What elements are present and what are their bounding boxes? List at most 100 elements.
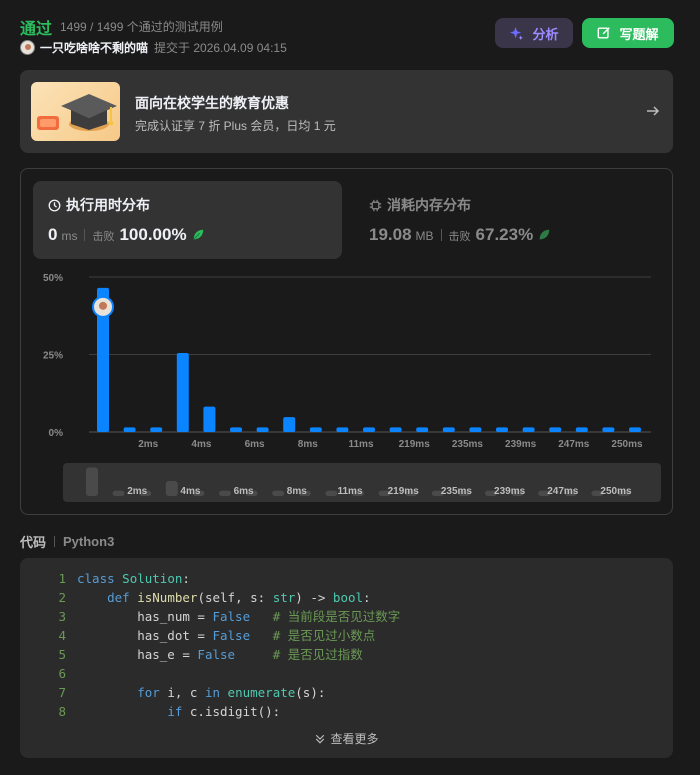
line-number: 4 [58, 628, 66, 643]
leaf-icon [539, 229, 550, 240]
chart-bar [176, 352, 189, 432]
sparkle-icon [510, 26, 524, 40]
x-tick-label: 6ms [245, 439, 265, 450]
chart-bar [363, 427, 375, 432]
mini-x-label: 4ms [180, 486, 200, 497]
memory-title: 消耗内存分布 [387, 197, 471, 213]
runtime-unit: ms [61, 229, 78, 243]
mini-bar [86, 467, 98, 496]
chart-range-brush[interactable]: 2ms 4ms 6ms 8ms 11ms 219ms 235ms 239ms 247ms 250m… [63, 463, 661, 502]
show-more-label: 查看更多 [330, 732, 379, 746]
memory-beat-value: 67.23% [475, 225, 534, 244]
x-tick-label: 250ms [611, 439, 643, 450]
mini-bar [219, 490, 231, 496]
line-number: 1 [58, 571, 66, 586]
username[interactable]: 一只吃啥啥不剩的喵 [40, 39, 148, 56]
line-text: class Solution: [77, 571, 190, 586]
runtime-title: 执行用时分布 [66, 197, 150, 213]
mini-x-label: 235ms [441, 486, 473, 497]
divider [54, 536, 56, 547]
chart-bar [442, 427, 455, 432]
write-solution-button[interactable]: 写题解 [582, 18, 674, 48]
show-more-button[interactable]: 查看更多 [20, 730, 673, 747]
submitter-row: 一只吃啥啥不剩的喵 提交于 2026.04.09 04:15 [20, 39, 287, 55]
status-accepted: 通过 [20, 21, 53, 38]
code-header: 代码 Python3 [20, 532, 114, 551]
mini-x-label: 219ms [388, 486, 420, 497]
line-text: has_e = False # 是否见过指数 [77, 647, 363, 662]
x-tick-label: 11ms [348, 439, 373, 450]
memory-metric: 19.08 MB 击败 67.23% [369, 225, 551, 245]
chart-bar [575, 427, 588, 432]
memory-beat-label: 击败 [448, 231, 471, 243]
x-tick-label: 2ms [138, 439, 158, 450]
line-text: has_num = False # 当前段是否见过数字 [77, 609, 401, 624]
mini-x-label: 239ms [494, 486, 526, 497]
mini-x-label: 247ms [547, 486, 579, 497]
mini-bar [112, 490, 125, 496]
tab-runtime[interactable]: 执行用时分布 0 ms 击败 100.00% [33, 181, 342, 259]
mini-x-label: 8ms [287, 486, 307, 497]
runtime-beat-label: 击败 [92, 231, 115, 243]
line-number: 2 [58, 590, 66, 605]
mini-x-label: 6ms [234, 486, 254, 497]
graduation-cap-illustration [31, 82, 120, 141]
leaf-icon [192, 229, 203, 240]
avatar-face [99, 301, 107, 310]
runtime-value: 0 [48, 225, 58, 244]
tab-memory[interactable]: 消耗内存分布 [369, 195, 471, 215]
arrow-right-icon[interactable] [645, 103, 661, 119]
code-label: 代码 [20, 535, 47, 550]
chart-bar [416, 427, 429, 432]
line-number: 5 [58, 647, 66, 662]
runtime-distribution-chart[interactable]: 50% 25% 0% 2ms 4ms 6ms 8ms 11ms 219ms 235ms 239ms 2… [21, 269, 674, 454]
chevrons-down-icon [316, 734, 325, 744]
y-tick-label: 0% [49, 428, 64, 439]
chart-bar [549, 427, 562, 432]
test-cases-count: 1499 / 1499 个通过的测试用例 [60, 20, 223, 34]
education-promo-banner[interactable]: 面向在校学生的教育优惠 完成认证享 7 折 Plus 会员，日均 1 元 [20, 70, 673, 153]
x-tick-label: 235ms [452, 439, 484, 450]
line-number: 6 [58, 666, 66, 681]
x-tick-label: 239ms [505, 439, 537, 450]
runtime-title-row: 执行用时分布 [48, 195, 150, 215]
mini-bar [325, 490, 338, 496]
line-number: 8 [58, 704, 66, 719]
line-text: has_dot = False # 是否见过小数点 [77, 628, 376, 643]
promo-title: 面向在校学生的教育优惠 [135, 95, 289, 111]
chart-bar [469, 427, 482, 432]
performance-panel: 执行用时分布 0 ms 击败 100.00% 消耗内存分布 19.08 MB 击… [20, 168, 673, 515]
x-tick-label: 247ms [558, 439, 590, 450]
mini-bar [272, 490, 285, 496]
chart-bar [522, 427, 535, 432]
chart-bar [629, 427, 641, 432]
divider [84, 229, 86, 241]
runtime-metric: 0 ms 击败 100.00% [48, 225, 205, 245]
chip-icon [369, 199, 382, 211]
y-tick-label: 50% [43, 273, 63, 284]
code-block[interactable]: 1 class Solution: 2 def isNumber(self, s: … [20, 558, 673, 758]
line-number: 3 [58, 609, 66, 624]
analyze-button[interactable]: 分析 [495, 18, 573, 48]
code-language: Python3 [63, 534, 115, 549]
write-solution-label: 写题解 [619, 26, 659, 42]
x-tick-label: 8ms [298, 439, 318, 450]
submission-header: 通过 1499 / 1499 个通过的测试用例 一只吃啥啥不剩的喵 提交于 20… [20, 14, 674, 60]
line-text: def isNumber(self, s: str) -> bool: [107, 590, 371, 605]
chart-bar [123, 427, 136, 432]
memory-value: 19.08 [369, 225, 412, 244]
chart-bar [230, 427, 242, 432]
analyze-label: 分析 [532, 26, 559, 42]
avatar[interactable] [20, 39, 35, 55]
mini-bar [165, 481, 178, 496]
memory-unit: MB [415, 229, 434, 243]
mini-x-label: 250ms [600, 486, 632, 497]
mini-chart: 2ms 4ms 6ms 8ms 11ms 219ms 235ms 239ms 247ms 250m… [86, 467, 632, 497]
chart-bar [283, 417, 296, 432]
line-text: for i, c in enumerate(s): [137, 685, 326, 700]
chart-bar [336, 427, 349, 432]
chart-bar [256, 427, 269, 432]
chart-bar [203, 406, 216, 432]
divider [440, 229, 442, 241]
promo-subtitle: 完成认证享 7 折 Plus 会员，日均 1 元 [135, 119, 336, 133]
